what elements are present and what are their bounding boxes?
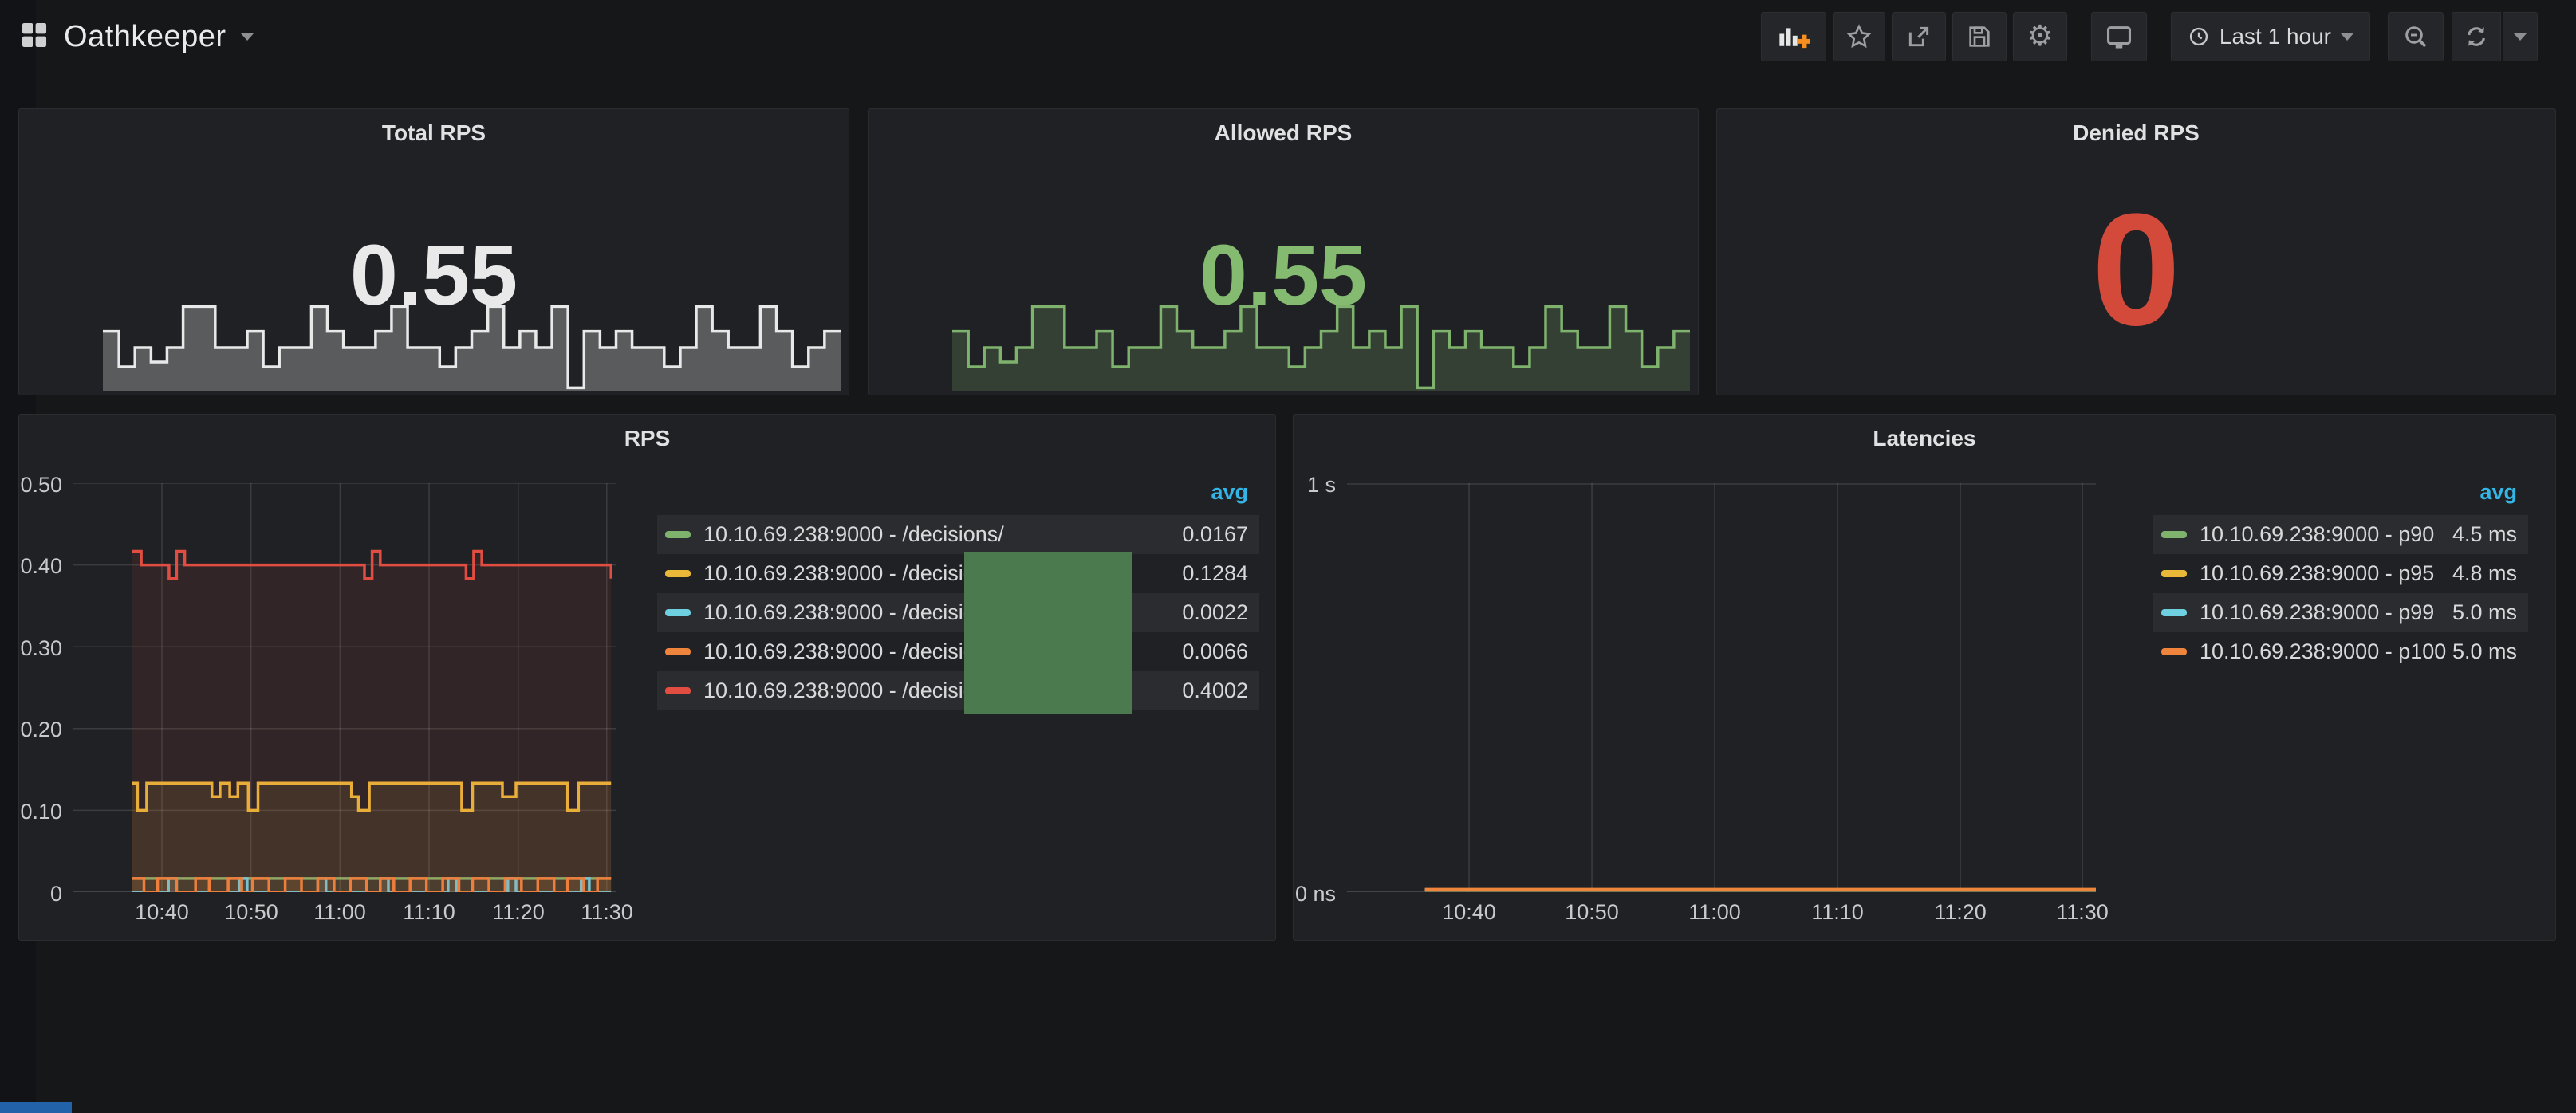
y-tick: 0.40: [19, 554, 62, 579]
search-minus-icon: [2403, 24, 2428, 49]
legend-avg-value: 0.1284: [1182, 561, 1248, 586]
y-tick: 1 s: [1294, 473, 1336, 498]
legend-avg-value: 5.0 ms: [2452, 600, 2517, 625]
panel-title[interactable]: RPS: [19, 426, 1275, 451]
navbar: Oathkeeper: [0, 0, 2576, 80]
y-tick: 0 ns: [1294, 882, 1336, 907]
x-tick: 10:40: [126, 900, 198, 925]
legend-avg-value: 0.0066: [1182, 639, 1248, 664]
legend-avg-value: 4.5 ms: [2452, 522, 2517, 547]
panel-rps-graph: RPS 0.50 0.40 0.30 0.20 0.10 0 10:40 10:…: [18, 414, 1276, 941]
legend-avg-value: 0.0167: [1182, 522, 1248, 547]
panel-title[interactable]: Allowed RPS: [869, 120, 1698, 146]
legend-swatch[interactable]: [665, 531, 691, 538]
green-overlay-box: [964, 552, 1132, 714]
time-range-picker[interactable]: Last 1 hour: [2171, 12, 2370, 61]
legend-row: 10.10.69.238:9000 - /decisions/ 0.0022: [657, 593, 1259, 632]
legend-row: 10.10.69.238:9000 - p95 4.8 ms: [2153, 554, 2528, 593]
y-tick: 0.10: [19, 800, 62, 824]
x-tick: 11:10: [393, 900, 465, 925]
refresh-interval-dropdown[interactable]: [2503, 12, 2538, 61]
legend-row: 10.10.69.238:9000 - p100 5.0 ms: [2153, 632, 2528, 671]
refresh-icon: [2464, 24, 2489, 49]
legend-swatch[interactable]: [2161, 531, 2187, 538]
panel-latencies-graph: Latencies 1 s 0 ns 10:40 10:50 11:00 11:…: [1293, 414, 2556, 941]
chevron-down-icon: [2341, 33, 2353, 41]
x-tick: 11:20: [483, 900, 554, 925]
legend-avg-value: 5.0 ms: [2452, 639, 2517, 664]
clock-icon: [2188, 26, 2210, 48]
legend-row: 10.10.69.238:9000 - /decisions/ 0.1284: [657, 554, 1259, 593]
monitor-icon: [2105, 23, 2133, 50]
add-panel-icon: [1778, 23, 1810, 50]
chevron-down-icon[interactable]: [241, 33, 254, 41]
refresh-button[interactable]: [2452, 12, 2501, 61]
panel-title[interactable]: Denied RPS: [1717, 120, 2555, 146]
legend-avg-header[interactable]: avg: [2153, 480, 2528, 515]
dashboard-title[interactable]: Oathkeeper: [64, 20, 226, 54]
rps-legend: avg 10.10.69.238:9000 - /decisions/ 0.01…: [657, 480, 1259, 710]
legend-row: 10.10.69.238:9000 - /decisions/ 0.0167: [657, 515, 1259, 554]
x-tick: 11:20: [1924, 900, 1996, 925]
legend-swatch[interactable]: [2161, 648, 2187, 655]
legend-swatch[interactable]: [665, 687, 691, 694]
legend-avg-header[interactable]: avg: [657, 480, 1259, 515]
legend-series-label[interactable]: 10.10.69.238:9000 - /decisions/: [703, 522, 1182, 547]
settings-button[interactable]: ⚙: [2013, 12, 2067, 61]
dashboard-grid-icon[interactable]: [19, 20, 49, 54]
cycle-view-button[interactable]: [2091, 12, 2147, 61]
x-tick: 10:50: [215, 900, 287, 925]
time-range-label: Last 1 hour: [2220, 24, 2331, 49]
legend-avg-value: 4.8 ms: [2452, 561, 2517, 586]
stat-value-total-rps: 0.55: [19, 229, 849, 321]
legend-series-label[interactable]: 10.10.69.238:9000 - p99: [2200, 600, 2452, 625]
x-tick: 11:10: [1802, 900, 1873, 925]
y-tick: 0.20: [19, 718, 62, 742]
rps-plot-area[interactable]: [73, 483, 616, 892]
legend-row: 10.10.69.238:9000 - /decisions/ 0.4002: [657, 671, 1259, 710]
y-tick: 0.30: [19, 636, 62, 661]
panel-total-rps: Total RPS 0.55: [18, 108, 849, 395]
x-tick: 11:30: [2046, 900, 2118, 925]
legend-avg-value: 0.4002: [1182, 678, 1248, 703]
y-tick: 0.50: [19, 473, 62, 498]
panel-allowed-rps: Allowed RPS 0.55: [868, 108, 1699, 395]
legend-swatch[interactable]: [2161, 609, 2187, 616]
share-button[interactable]: [1892, 12, 1946, 61]
x-tick: 10:50: [1556, 900, 1628, 925]
legend-series-label[interactable]: 10.10.69.238:9000 - p95: [2200, 561, 2452, 586]
chevron-down-icon: [2514, 33, 2527, 41]
legend-swatch[interactable]: [665, 570, 691, 577]
stat-value-denied-rps: 0: [1717, 186, 2555, 355]
legend-series-label[interactable]: 10.10.69.238:9000 - p90: [2200, 522, 2452, 547]
panel-title[interactable]: Total RPS: [19, 120, 849, 146]
y-tick: 0: [19, 882, 62, 907]
panel-title[interactable]: Latencies: [1294, 426, 2555, 451]
latencies-legend: avg 10.10.69.238:9000 - p90 4.5 ms 10.10…: [2153, 480, 2528, 671]
legend-row: 10.10.69.238:9000 - p90 4.5 ms: [2153, 515, 2528, 554]
stat-value-allowed-rps: 0.55: [869, 229, 1698, 321]
panel-denied-rps: Denied RPS 0: [1716, 108, 2556, 395]
star-icon: [1846, 24, 1872, 49]
sidebar-update-indicator[interactable]: [0, 1102, 72, 1113]
x-tick: 10:40: [1433, 900, 1505, 925]
legend-swatch[interactable]: [665, 609, 691, 616]
save-icon: [1967, 24, 1992, 49]
latencies-plot-area[interactable]: [1347, 483, 2096, 892]
zoom-out-button[interactable]: [2388, 12, 2444, 61]
gear-icon: ⚙: [2027, 22, 2053, 51]
star-button[interactable]: [1833, 12, 1885, 61]
share-icon: [1906, 24, 1932, 49]
add-panel-button[interactable]: [1761, 12, 1826, 61]
x-tick: 11:30: [571, 900, 643, 925]
legend-series-label[interactable]: 10.10.69.238:9000 - p100: [2200, 639, 2452, 664]
legend-row: 10.10.69.238:9000 - /decisions/ 0.0066: [657, 632, 1259, 671]
legend-row: 10.10.69.238:9000 - p99 5.0 ms: [2153, 593, 2528, 632]
legend-swatch[interactable]: [665, 648, 691, 655]
legend-avg-value: 0.0022: [1182, 600, 1248, 625]
legend-swatch[interactable]: [2161, 570, 2187, 577]
x-tick: 11:00: [304, 900, 376, 925]
save-button[interactable]: [1952, 12, 2007, 61]
x-tick: 11:00: [1679, 900, 1751, 925]
